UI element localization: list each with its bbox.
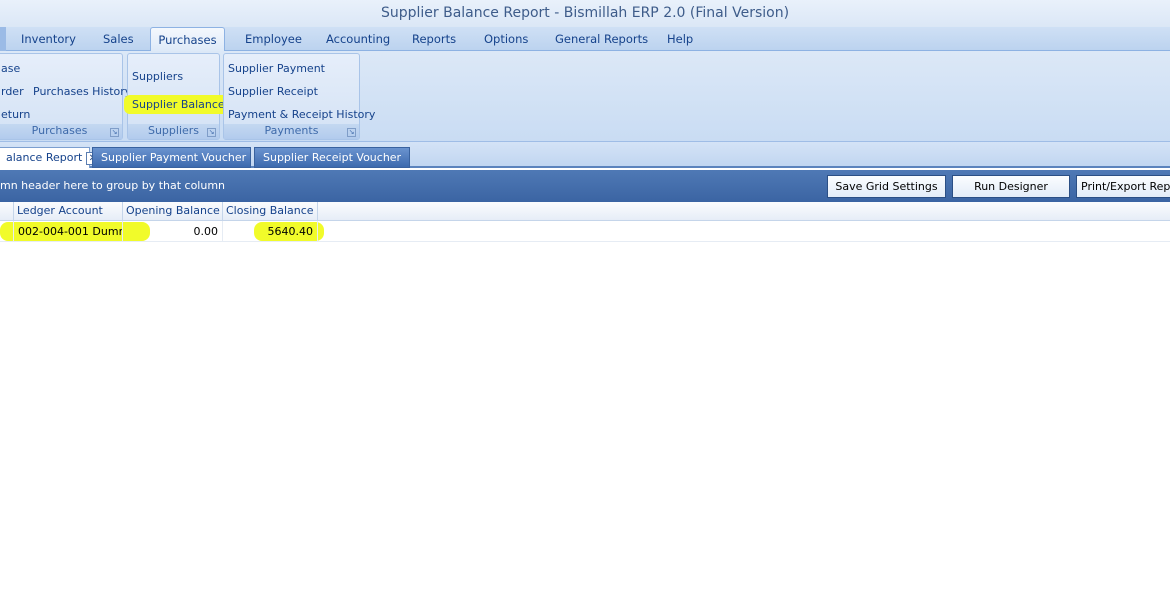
tab-supplier-receipt-voucher[interactable]: Supplier Receipt Voucher [254, 147, 410, 168]
group-launcher-icon[interactable]: ↘ [347, 128, 356, 137]
cell-ledger-account[interactable]: 002-004-001 Dummy [14, 221, 123, 242]
menu-inventory[interactable]: Inventory [21, 27, 76, 51]
grid-header: Ledger Account Opening Balance Closing B… [0, 202, 1170, 221]
menu-reports[interactable]: Reports [412, 27, 456, 51]
group-by-panel: mn header here to group by that column S… [0, 170, 1170, 202]
menu-sales[interactable]: Sales [103, 27, 134, 51]
ribbon-purchase-button[interactable]: ase [1, 62, 20, 75]
row-indicator [0, 221, 14, 242]
document-tab-strip: alance Report✕ Supplier Payment Voucher … [0, 142, 1170, 168]
ribbon-group-payments: Supplier Payment Supplier Receipt Paymen… [223, 53, 375, 140]
ribbon-purchases-history-button[interactable]: Purchases History [33, 85, 131, 98]
column-header-ledger-account[interactable]: Ledger Account [14, 202, 123, 221]
ribbon-return-button[interactable]: eturn [1, 108, 30, 121]
cell-closing-balance[interactable]: 5640.40 [223, 221, 318, 242]
row-indicator-header [0, 202, 14, 221]
ribbon-payment-receipt-history-button[interactable]: Payment & Receipt History [228, 108, 375, 121]
column-header-opening-balance[interactable]: Opening Balance [123, 202, 223, 221]
ribbon-group-title-purchases: Purchases [0, 124, 122, 139]
tab-supplier-balance-report[interactable]: alance Report✕ [0, 147, 100, 168]
menu-general-reports[interactable]: General Reports [555, 27, 648, 51]
menu-employee[interactable]: Employee [245, 27, 302, 51]
menu-bar: Inventory Sales Purchases Employee Accou… [0, 27, 1170, 52]
menu-options[interactable]: Options [484, 27, 528, 51]
print-export-report-button[interactable]: Print/Export Repo [1076, 175, 1170, 198]
group-by-hint: mn header here to group by that column [0, 179, 226, 192]
column-header-closing-balance[interactable]: Closing Balance [223, 202, 318, 221]
ribbon-group-purchases: ase rder Purchases History eturn Purchas… [0, 53, 131, 140]
ribbon-group-suppliers: Suppliers Supplier Balances Suppliers ↘ [124, 53, 241, 140]
menu-edge-marker [0, 27, 6, 51]
save-grid-settings-button[interactable]: Save Grid Settings [827, 175, 946, 198]
menu-purchases[interactable]: Purchases [150, 27, 225, 52]
ribbon: ase rder Purchases History eturn Purchas… [0, 51, 1170, 142]
ribbon-suppliers-button[interactable]: Suppliers [132, 70, 183, 83]
tab-label: alance Report [6, 151, 83, 164]
ribbon-supplier-receipt-button[interactable]: Supplier Receipt [228, 85, 318, 98]
table-row[interactable]: 002-004-001 Dummy 0.00 5640.40 [0, 221, 1170, 242]
group-launcher-icon[interactable]: ↘ [207, 128, 216, 137]
group-launcher-icon[interactable]: ↘ [110, 128, 119, 137]
window-title: Supplier Balance Report - Bismillah ERP … [0, 0, 1170, 27]
ribbon-group-title-payments: Payments [224, 124, 359, 139]
ribbon-group-title-suppliers: Suppliers [128, 124, 219, 139]
menu-help[interactable]: Help [667, 27, 693, 51]
run-designer-button[interactable]: Run Designer [952, 175, 1070, 198]
cell-opening-balance[interactable]: 0.00 [123, 221, 223, 242]
ribbon-order-button[interactable]: rder [1, 85, 24, 98]
ribbon-supplier-payment-button[interactable]: Supplier Payment [228, 62, 325, 75]
tab-supplier-payment-voucher[interactable]: Supplier Payment Voucher [92, 147, 251, 168]
menu-accounting[interactable]: Accounting [326, 27, 390, 51]
